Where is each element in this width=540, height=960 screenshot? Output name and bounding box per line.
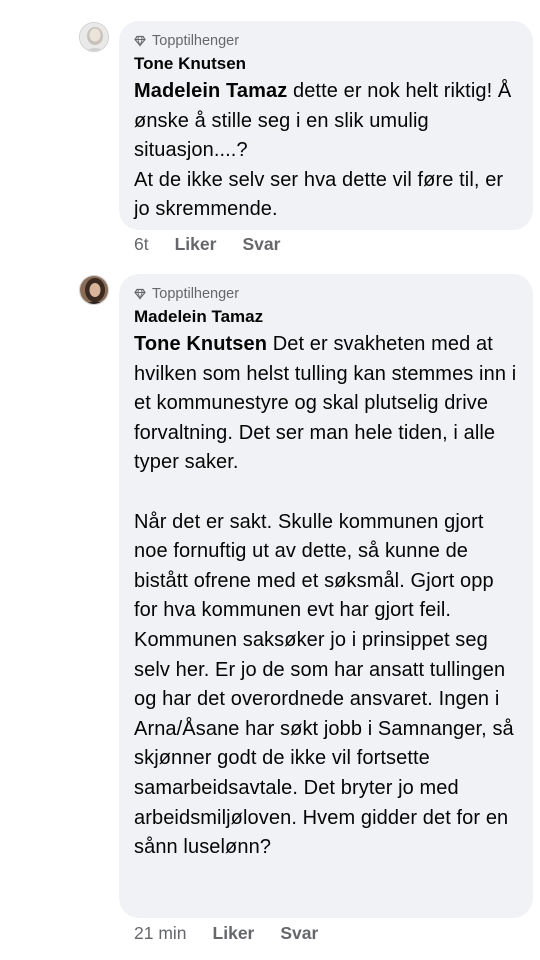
comment-timestamp[interactable]: 6t [134,234,149,255]
comment-author[interactable]: Tone Knutsen [134,53,517,75]
comment-author[interactable]: Madelein Tamaz [134,306,517,328]
mention-link[interactable]: Madelein Tamaz [134,80,287,102]
comment-paragraph: Når det er sakt. Skulle kommunen gjort n… [134,510,514,859]
badge-label: Topptilhenger [152,33,240,49]
like-button[interactable]: Liker [175,234,217,255]
comment-actions: 6t Liker Svar [134,234,306,255]
avatar-tone-knutsen[interactable] [79,22,109,52]
comment-bubble: Topptilhenger Tone Knutsen Madelein Tama… [119,21,533,230]
comment-timestamp[interactable]: 21 min [134,923,187,944]
avatar-madelein-tamaz[interactable] [79,275,109,305]
comment-paragraph: At de ikke selv ser hva dette vil føre t… [134,168,504,221]
like-button[interactable]: Liker [213,923,255,944]
reply-button[interactable]: Svar [280,923,318,944]
top-fan-badge: Topptilhenger [134,31,517,51]
comment-bubble: Topptilhenger Madelein Tamaz Tone Knutse… [119,274,533,918]
comment-text: Tone Knutsen Det er svakheten med at hvi… [134,330,517,863]
reply-button[interactable]: Svar [242,234,280,255]
badge-label: Topptilhenger [152,286,240,302]
top-fan-diamond-icon [134,35,146,47]
top-fan-badge: Topptilhenger [134,284,517,304]
avatar-icon [80,23,108,51]
comment-actions: 21 min Liker Svar [134,923,344,944]
mention-link[interactable]: Tone Knutsen [134,333,267,355]
comment-text: Madelein Tamaz dette er nok helt riktig!… [134,77,517,225]
top-fan-diamond-icon [134,288,146,300]
avatar-icon [80,276,108,304]
